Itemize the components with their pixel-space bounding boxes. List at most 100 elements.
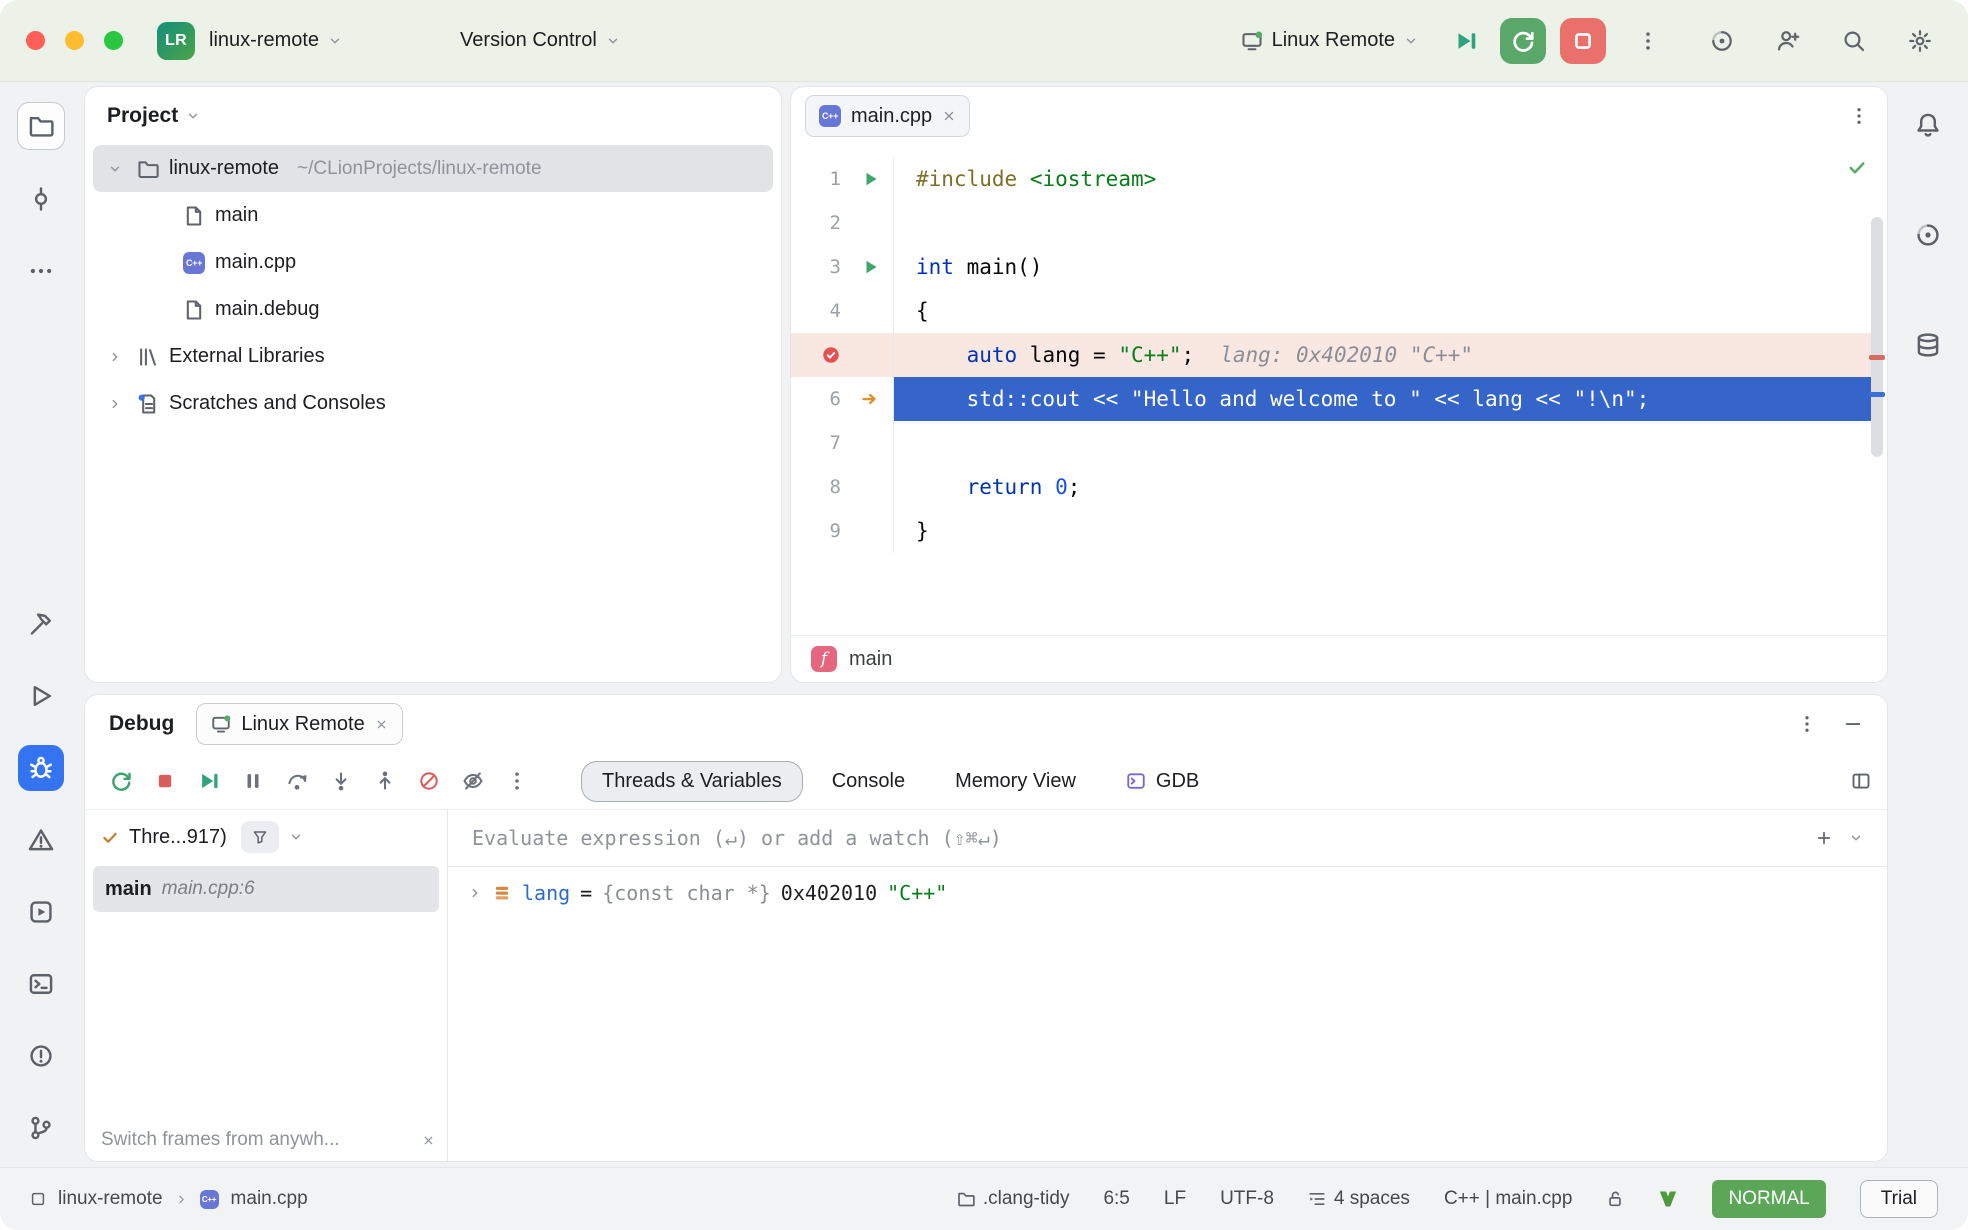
- stop-button[interactable]: [1560, 18, 1606, 64]
- error-stripe-execution-mark[interactable]: [1869, 392, 1885, 397]
- chevron-down-icon[interactable]: [289, 830, 303, 844]
- debug-session-tab[interactable]: Linux Remote: [196, 703, 402, 745]
- code-line-3[interactable]: 3int main(): [791, 245, 1871, 289]
- clang-tidy-widget[interactable]: .clang-tidy: [957, 1188, 1070, 1210]
- project-panel-header[interactable]: Project: [85, 87, 781, 145]
- status-project[interactable]: linux-remote: [58, 1188, 163, 1210]
- notifications-tool-button[interactable]: [1905, 102, 1951, 148]
- editor-scrollbar[interactable]: [1871, 217, 1883, 457]
- close-window-button[interactable]: [26, 31, 45, 50]
- inspections-ok-icon[interactable]: [1847, 157, 1867, 177]
- ai-assistant-button[interactable]: [1700, 19, 1744, 63]
- indent-style-widget[interactable]: 4 spaces: [1308, 1188, 1410, 1210]
- dismiss-hint-icon[interactable]: [422, 1134, 435, 1147]
- status-file[interactable]: main.cpp: [231, 1188, 308, 1210]
- debug-options-icon[interactable]: [1797, 714, 1817, 734]
- commit-tool-button[interactable]: [18, 176, 64, 222]
- resume-program-button[interactable]: [1444, 19, 1488, 63]
- inspections-tool-button[interactable]: [18, 1033, 64, 1079]
- settings-button[interactable]: [1898, 19, 1942, 63]
- code-line-4[interactable]: 4{: [791, 289, 1871, 333]
- project-tool-button[interactable]: [17, 102, 65, 150]
- editor-tab-main-cpp[interactable]: C++ main.cpp: [805, 95, 970, 137]
- tree-item-main-debug[interactable]: main.debug: [93, 286, 773, 333]
- chevron-right-icon[interactable]: [103, 397, 127, 411]
- tree-item-external-libraries[interactable]: External Libraries: [93, 333, 773, 380]
- breakpoint-icon[interactable]: [821, 345, 841, 365]
- add-watch-icon[interactable]: [1815, 829, 1833, 847]
- expand-variable-icon[interactable]: [468, 886, 482, 900]
- language-level-widget[interactable]: C++ | main.cpp: [1444, 1188, 1573, 1210]
- step-out-button[interactable]: [365, 761, 405, 801]
- editor-options-icon[interactable]: [1849, 106, 1869, 126]
- evaluate-expression-input[interactable]: Evaluate expression (↵) or add a watch (…: [448, 810, 1887, 867]
- file-encoding-widget[interactable]: UTF-8: [1220, 1188, 1274, 1210]
- version-control-tool-button[interactable]: [18, 1105, 64, 1151]
- code-line-8[interactable]: 8 return 0;: [791, 465, 1871, 509]
- rerun-button[interactable]: [101, 761, 141, 801]
- code-with-me-button[interactable]: [1766, 19, 1810, 63]
- chevron-down-icon[interactable]: [1849, 831, 1863, 845]
- stack-frame-row[interactable]: main main.cpp:6: [93, 866, 439, 912]
- tab-threads-variables[interactable]: Threads & Variables: [581, 761, 803, 802]
- run-tool-button[interactable]: [18, 673, 64, 719]
- code-line-5[interactable]: auto lang = "C++";lang: 0x402010 "C++": [791, 333, 1871, 377]
- caret-position-widget[interactable]: 6:5: [1103, 1188, 1129, 1210]
- chevron-right-icon[interactable]: [103, 350, 127, 364]
- tree-item-main-cpp[interactable]: C++main.cpp: [93, 239, 773, 286]
- step-over-button[interactable]: [277, 761, 317, 801]
- code-line-2[interactable]: 2: [791, 201, 1871, 245]
- code-line-9[interactable]: 9}: [791, 509, 1871, 553]
- tree-item-main[interactable]: main: [93, 192, 773, 239]
- breadcrumb-function[interactable]: main: [849, 648, 892, 671]
- resume-button[interactable]: [189, 761, 229, 801]
- chevron-down-icon[interactable]: [103, 162, 127, 176]
- license-status-widget[interactable]: Trial: [1860, 1180, 1938, 1218]
- rerun-debug-button[interactable]: [1500, 18, 1546, 64]
- build-tool-button[interactable]: [18, 601, 64, 647]
- problems-tool-button[interactable]: [18, 817, 64, 863]
- run-line-icon[interactable]: [862, 258, 880, 276]
- code-line-7[interactable]: 7: [791, 421, 1871, 465]
- file-writable-widget[interactable]: [1606, 1190, 1624, 1208]
- more-debug-actions-button[interactable]: [497, 761, 537, 801]
- hide-watch-values-button[interactable]: [453, 761, 493, 801]
- variable-row[interactable]: lang = {const char *} 0x402010 "C++": [448, 867, 1887, 919]
- pause-button[interactable]: [233, 761, 273, 801]
- ai-assistant-tool-button[interactable]: [1905, 212, 1951, 258]
- more-tool-windows-tool-button[interactable]: [18, 248, 64, 294]
- ideavim-widget[interactable]: [1658, 1189, 1678, 1209]
- minimize-window-button[interactable]: [65, 31, 84, 50]
- stop-button[interactable]: [145, 761, 185, 801]
- run-config-selector[interactable]: Linux Remote: [1241, 29, 1418, 52]
- vcs-menu[interactable]: Version Control: [460, 29, 620, 52]
- tab-console[interactable]: Console: [811, 761, 926, 802]
- error-stripe-breakpoint-mark[interactable]: [1869, 355, 1885, 360]
- tree-item-linux-remote[interactable]: linux-remote~/CLionProjects/linux-remote: [93, 145, 773, 192]
- mute-breakpoints-button[interactable]: [409, 761, 449, 801]
- zoom-window-button[interactable]: [104, 31, 123, 50]
- tab-gdb[interactable]: GDB: [1105, 761, 1220, 802]
- tab-memory-view[interactable]: Memory View: [934, 761, 1097, 802]
- more-actions-button[interactable]: [1626, 19, 1670, 63]
- code-line-6[interactable]: 6 std::cout << "Hello and welcome to " <…: [791, 377, 1871, 421]
- threads-selector[interactable]: Thre...917): [129, 826, 227, 849]
- project-selector[interactable]: linux-remote: [209, 29, 342, 52]
- debug-tool-button[interactable]: [18, 745, 64, 791]
- hide-debug-panel-icon[interactable]: [1843, 714, 1863, 734]
- vim-mode-widget[interactable]: NORMAL: [1712, 1180, 1825, 1218]
- line-separator-widget[interactable]: LF: [1164, 1188, 1186, 1210]
- close-tab-icon[interactable]: [942, 109, 956, 123]
- close-session-icon[interactable]: [375, 718, 388, 731]
- step-into-button[interactable]: [321, 761, 361, 801]
- search-everywhere-button[interactable]: [1832, 19, 1876, 63]
- database-tool-button[interactable]: [1905, 322, 1951, 368]
- layout-settings-icon[interactable]: [1851, 771, 1871, 791]
- code-line-1[interactable]: 1#include <iostream>: [791, 157, 1871, 201]
- filter-frames-button[interactable]: [241, 821, 279, 853]
- services-tool-button[interactable]: [18, 889, 64, 935]
- terminal-tool-button[interactable]: [18, 961, 64, 1007]
- run-line-icon[interactable]: [862, 170, 880, 188]
- tree-item-scratches-and-consoles[interactable]: Scratches and Consoles: [93, 380, 773, 427]
- code-editor[interactable]: 1#include <iostream>23int main()4{ auto …: [791, 145, 1871, 636]
